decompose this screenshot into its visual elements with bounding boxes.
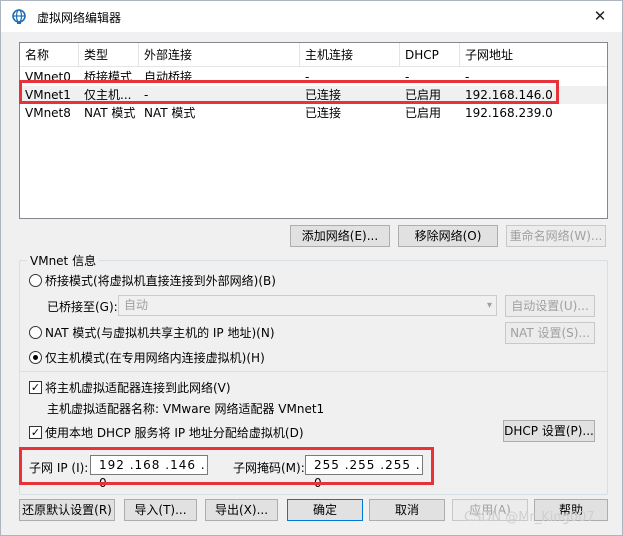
column-external-connection[interactable]: 外部连接 — [139, 43, 300, 67]
column-subnet-address[interactable]: 子网地址 — [460, 43, 607, 67]
annotation-highlight-subnet — [19, 447, 434, 485]
cell-external: NAT 模式 — [144, 106, 196, 120]
cell-host: 已连接 — [305, 106, 342, 120]
column-type[interactable]: 类型 — [79, 43, 139, 67]
auto-settings-button[interactable]: 自动设置(U)... — [505, 295, 595, 317]
title-bar[interactable]: 虚拟网络编辑器 ✕ — [1, 1, 622, 32]
network-list-header: 名称 类型 外部连接 主机连接 DHCP 子网地址 — [20, 43, 607, 67]
nat-mode-label[interactable]: NAT 模式(与虚拟机共享主机的 IP 地址)(N) — [45, 324, 275, 341]
restore-defaults-button[interactable]: 还原默认设置(R) — [19, 499, 115, 521]
remove-network-button[interactable]: 移除网络(O) — [398, 225, 498, 247]
host-only-mode-radio[interactable] — [29, 351, 42, 364]
virtual-network-editor-window: 虚拟网络编辑器 ✕ 名称 类型 外部连接 主机连接 DHCP 子网地址 VMne… — [0, 0, 623, 536]
bridged-to-value: 自动 — [124, 298, 149, 312]
connect-adapter-checkbox[interactable]: ✓ — [29, 381, 42, 394]
close-icon: ✕ — [593, 7, 607, 25]
dhcp-settings-button[interactable]: DHCP 设置(P)... — [503, 420, 595, 442]
close-button[interactable]: ✕ — [587, 5, 613, 27]
cell-type: NAT 模式 — [84, 106, 136, 120]
chevron-down-icon: ▾ — [486, 300, 492, 311]
add-network-button[interactable]: 添加网络(E)... — [290, 225, 390, 247]
nat-settings-button[interactable]: NAT 设置(S)... — [505, 322, 595, 344]
host-only-mode-label[interactable]: 仅主机模式(在专用网络内连接虚拟机)(H) — [45, 349, 265, 366]
watermark-text: CSDN @Mr_King007 — [464, 510, 595, 525]
bridged-to-label: 已桥接至(G): — [47, 300, 118, 314]
ok-button[interactable]: 确定 — [287, 499, 363, 521]
window-title: 虚拟网络编辑器 — [37, 11, 122, 25]
vmnet-info-group-label: VMnet 信息 — [27, 252, 100, 269]
bridged-mode-radio[interactable] — [29, 274, 42, 287]
nat-mode-radio[interactable] — [29, 326, 42, 339]
column-dhcp[interactable]: DHCP — [400, 43, 460, 67]
cell-dhcp: 已启用 — [405, 106, 442, 120]
table-row[interactable]: VMnet8 NAT 模式 NAT 模式 已连接 已启用 192.168.239… — [20, 104, 607, 122]
cancel-button[interactable]: 取消 — [369, 499, 445, 521]
bridged-mode-label[interactable]: 桥接模式(将虚拟机直接连接到外部网络)(B) — [45, 272, 276, 289]
column-name[interactable]: 名称 — [20, 43, 79, 67]
network-globe-icon — [12, 9, 26, 24]
adapter-name-text: 主机虚拟适配器名称: VMware 网络适配器 VMnet1 — [47, 402, 325, 416]
dhcp-checkbox[interactable]: ✓ — [29, 426, 42, 439]
bridged-to-select[interactable]: 自动 ▾ — [118, 295, 497, 316]
rename-network-button[interactable]: 重命名网络(W)... — [506, 225, 606, 247]
group-divider — [19, 371, 608, 372]
network-list[interactable]: 名称 类型 外部连接 主机连接 DHCP 子网地址 VMnet0 桥接模式 自动… — [19, 42, 608, 219]
import-button[interactable]: 导入(T)... — [124, 499, 197, 521]
cell-name: VMnet8 — [25, 106, 71, 120]
annotation-highlight-selected-row — [19, 80, 559, 104]
dhcp-label[interactable]: 使用本地 DHCP 服务将 IP 地址分配给虚拟机(D) — [45, 424, 304, 441]
cell-subnet: 192.168.239.0 — [465, 106, 553, 120]
connect-adapter-label[interactable]: 将主机虚拟适配器连接到此网络(V) — [45, 379, 231, 396]
export-button[interactable]: 导出(X)... — [205, 499, 278, 521]
column-host-connection[interactable]: 主机连接 — [300, 43, 400, 67]
